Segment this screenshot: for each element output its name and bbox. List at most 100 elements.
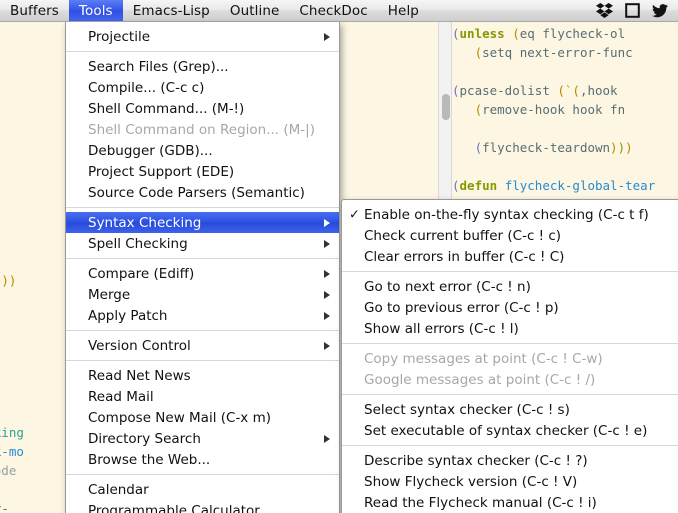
menu-item-go-to-next-error[interactable]: Go to next error (C-c ! n) — [342, 276, 678, 297]
menubar-item-emacs-lisp[interactable]: Emacs-Lisp — [123, 0, 220, 21]
menu-separator — [66, 330, 339, 331]
menubar-spacer — [429, 0, 596, 21]
menu-item-calendar[interactable]: Calendar — [66, 479, 339, 500]
menu-item-label: Search Files (Grep)... — [88, 59, 229, 75]
submenu-arrow-icon — [324, 291, 330, 299]
menu-item-merge[interactable]: Merge — [66, 284, 339, 305]
menu-item-clear-errors-in-buffer[interactable]: Clear errors in buffer (C-c ! C) — [342, 246, 678, 267]
menu-item-label: Debugger (GDB)... — [88, 143, 213, 159]
menu-item-version-control[interactable]: Version Control — [66, 335, 339, 356]
menu-item-browse-the-web[interactable]: Browse the Web... — [66, 449, 339, 470]
menu-item-label: Source Code Parsers (Semantic) — [88, 185, 305, 201]
menu-item-shell-command-on-region: Shell Command on Region... (M-|) — [66, 119, 339, 140]
menu-item-label: Version Control — [88, 338, 191, 354]
system-tray — [596, 0, 678, 21]
menu-item-label: Copy messages at point (C-c ! C-w) — [364, 351, 603, 367]
twitter-bird-icon[interactable] — [652, 4, 668, 18]
menu-item-spell-checking[interactable]: Spell Checking — [66, 233, 339, 254]
menu-item-label: Enable on-the-fly syntax checking (C-c t… — [364, 207, 649, 223]
menu-item-compose-new-mail[interactable]: Compose New Mail (C-x m) — [66, 407, 339, 428]
scrollbar-thumb[interactable] — [442, 94, 450, 120]
menu-item-label: Clear errors in buffer (C-c ! C) — [364, 249, 564, 265]
menu-item-label: Spell Checking — [88, 236, 188, 252]
menu-item-label: Merge — [88, 287, 130, 303]
menubar-item-buffers[interactable]: Buffers — [0, 0, 69, 21]
menu-item-compare-ediff[interactable]: Compare (Ediff) — [66, 263, 339, 284]
menu-item-label: Check current buffer (C-c ! c) — [364, 228, 561, 244]
menu-separator — [66, 207, 339, 208]
menu-item-label: Read the Flycheck manual (C-c ! i) — [364, 495, 597, 511]
menubar-item-outline[interactable]: Outline — [220, 0, 290, 21]
tools-menu[interactable]: Projectile Search Files (Grep)... Compil… — [65, 22, 340, 513]
menu-item-read-mail[interactable]: Read Mail — [66, 386, 339, 407]
menu-item-enable-on-the-fly-syntax-checking[interactable]: ✓ Enable on-the-fly syntax checking (C-c… — [342, 204, 678, 225]
menu-item-read-net-news[interactable]: Read Net News — [66, 365, 339, 386]
menu-item-label: Project Support (EDE) — [88, 164, 234, 180]
menubar-item-help[interactable]: Help — [378, 0, 429, 21]
submenu-arrow-icon — [324, 240, 330, 248]
menubar-item-checkdoc[interactable]: CheckDoc — [289, 0, 377, 21]
menu-item-select-syntax-checker[interactable]: Select syntax checker (C-c ! s) — [342, 399, 678, 420]
menu-item-label: Show all errors (C-c ! l) — [364, 321, 519, 337]
menu-separator — [342, 343, 678, 344]
emacs-window: ;; mode line ;;s ;;' in `flycheck-mode-l… — [0, 0, 678, 513]
menu-separator — [342, 445, 678, 446]
menu-item-label: Select syntax checker (C-c ! s) — [364, 402, 570, 418]
menu-item-projectile[interactable]: Projectile — [66, 26, 339, 47]
menu-item-shell-command[interactable]: Shell Command... (M-!) — [66, 98, 339, 119]
menubar-item-label: CheckDoc — [299, 3, 367, 19]
menu-item-label: Read Mail — [88, 389, 154, 405]
checkmark-icon: ✓ — [349, 208, 360, 221]
menu-item-search-files-grep[interactable]: Search Files (Grep)... — [66, 56, 339, 77]
submenu-arrow-icon — [324, 270, 330, 278]
menubar-item-label: Emacs-Lisp — [133, 3, 210, 19]
menu-item-label: Programmable Calculator — [88, 503, 260, 513]
menu-item-label: Browse the Web... — [88, 452, 210, 468]
menubar-item-tools[interactable]: Tools — [69, 0, 123, 21]
menu-item-label: Projectile — [88, 29, 150, 45]
submenu-arrow-icon — [324, 342, 330, 350]
menubar-item-label: Outline — [230, 3, 280, 19]
menu-item-label: Compose New Mail (C-x m) — [88, 410, 271, 426]
menu-item-project-support-ede[interactable]: Project Support (EDE) — [66, 161, 339, 182]
menu-item-label: Show Flycheck version (C-c ! V) — [364, 474, 577, 490]
menu-item-set-executable-of-syntax-checker[interactable]: Set executable of syntax checker (C-c ! … — [342, 420, 678, 441]
menu-item-label: Shell Command on Region... (M-|) — [88, 122, 315, 138]
menu-separator — [66, 258, 339, 259]
submenu-arrow-icon — [324, 219, 330, 227]
menu-item-syntax-checking[interactable]: Syntax Checking — [66, 212, 339, 233]
menu-item-label: Syntax Checking — [88, 215, 201, 231]
menu-item-label: Apply Patch — [88, 308, 167, 324]
menu-item-label: Compile... (C-c c) — [88, 80, 204, 96]
menu-item-show-flycheck-version[interactable]: Show Flycheck version (C-c ! V) — [342, 471, 678, 492]
menubar-item-label: Tools — [79, 3, 113, 19]
menu-item-programmable-calculator[interactable]: Programmable Calculator — [66, 500, 339, 513]
menubar-item-label: Help — [388, 3, 419, 19]
syntax-checking-submenu[interactable]: ✓ Enable on-the-fly syntax checking (C-c… — [341, 199, 678, 513]
square-icon[interactable] — [625, 3, 640, 18]
menu-separator — [66, 51, 339, 52]
menu-item-apply-patch[interactable]: Apply Patch — [66, 305, 339, 326]
menu-item-label: Calendar — [88, 482, 149, 498]
menu-item-label: Compare (Ediff) — [88, 266, 194, 282]
submenu-arrow-icon — [324, 435, 330, 443]
menu-item-show-all-errors[interactable]: Show all errors (C-c ! l) — [342, 318, 678, 339]
menu-item-label: Go to previous error (C-c ! p) — [364, 300, 559, 316]
menu-separator — [66, 360, 339, 361]
menu-item-label: Set executable of syntax checker (C-c ! … — [364, 423, 647, 439]
menu-item-describe-syntax-checker[interactable]: Describe syntax checker (C-c ! ?) — [342, 450, 678, 471]
menu-item-label: Google messages at point (C-c ! /) — [364, 372, 595, 388]
menu-item-debugger-gdb[interactable]: Debugger (GDB)... — [66, 140, 339, 161]
menubar-item-label: Buffers — [10, 3, 59, 19]
menu-item-directory-search[interactable]: Directory Search — [66, 428, 339, 449]
menu-item-source-code-parsers[interactable]: Source Code Parsers (Semantic) — [66, 182, 339, 203]
menu-item-go-to-previous-error[interactable]: Go to previous error (C-c ! p) — [342, 297, 678, 318]
dropbox-icon[interactable] — [596, 3, 613, 18]
menu-item-label: Read Net News — [88, 368, 191, 384]
menu-item-compile[interactable]: Compile... (C-c c) — [66, 77, 339, 98]
menu-bar: Buffers Tools Emacs-Lisp Outline CheckDo… — [0, 0, 678, 22]
submenu-arrow-icon — [324, 33, 330, 41]
submenu-arrow-icon — [324, 312, 330, 320]
menu-item-read-the-flycheck-manual[interactable]: Read the Flycheck manual (C-c ! i) — [342, 492, 678, 513]
menu-item-check-current-buffer[interactable]: Check current buffer (C-c ! c) — [342, 225, 678, 246]
